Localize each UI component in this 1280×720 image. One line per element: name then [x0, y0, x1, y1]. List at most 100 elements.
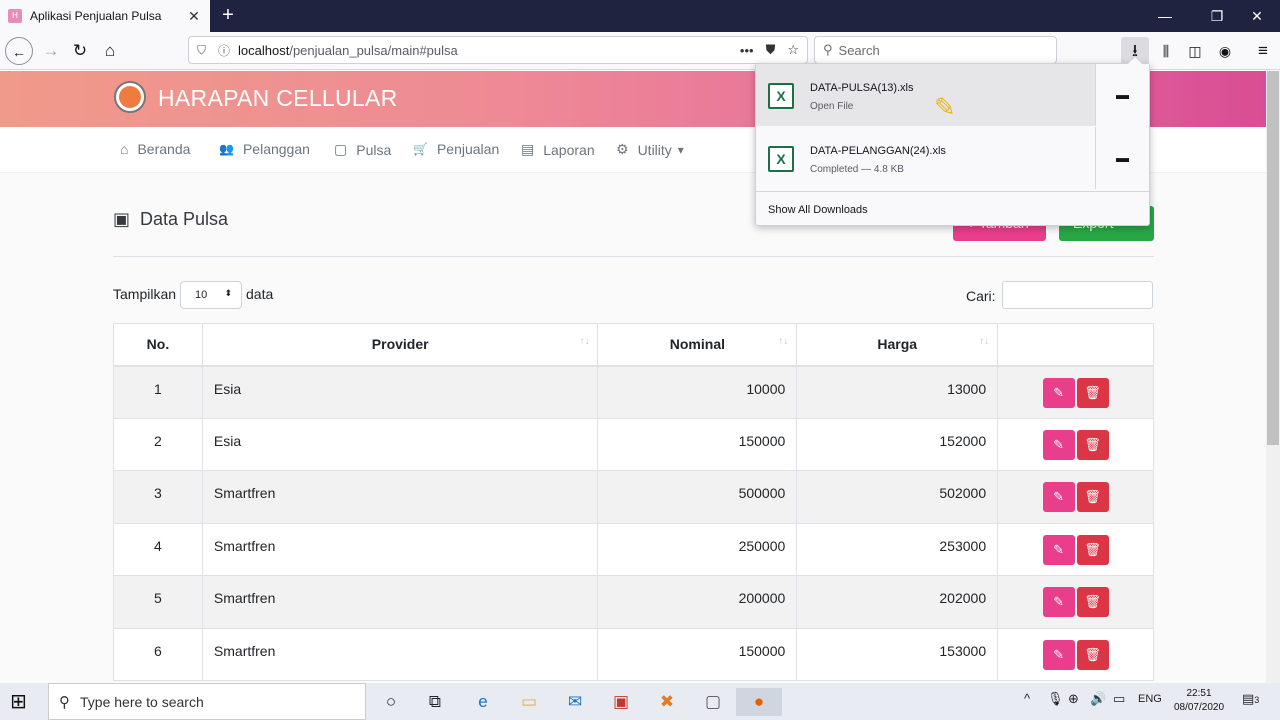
cell-actions: ✎ 🗑	[997, 417, 1154, 471]
downloads-panel: X DATA-PULSA(13).xls Open File ▬ X DATA-…	[755, 55, 1150, 226]
page-scrollbar-thumb[interactable]	[1267, 71, 1279, 445]
network-icon[interactable]: ⊕	[1068, 691, 1079, 707]
open-folder-button[interactable]: ▬	[1095, 64, 1149, 126]
page-length-select[interactable]: 10 ⬍	[180, 281, 242, 309]
menu-icon[interactable]: ≡	[1249, 37, 1277, 65]
notification-icon[interactable]: ▤3	[1242, 691, 1259, 707]
menu-label: Utility	[637, 141, 672, 158]
window-app-icon[interactable]: ▢	[690, 688, 736, 716]
delete-button[interactable]: 🗑	[1076, 377, 1109, 408]
table-row: 5 Smartfren 200000 202000 ✎ 🗑	[113, 575, 1154, 629]
shield-icon[interactable]: ⛉	[197, 43, 206, 58]
close-window-icon[interactable]: ✕	[1234, 0, 1280, 32]
table-row: 2 Esia 150000 152000 ✎ 🗑	[113, 417, 1154, 471]
store-icon[interactable]: ▣	[598, 688, 644, 716]
forward-button[interactable]: →	[37, 37, 65, 65]
microphone-icon[interactable]: 🎙	[1047, 691, 1064, 707]
cortana-icon[interactable]: ○	[368, 688, 414, 716]
column-header-no[interactable]: No.	[113, 323, 203, 367]
delete-button[interactable]: 🗑	[1076, 429, 1109, 460]
clock[interactable]: 22:51 08/07/2020	[1172, 687, 1226, 715]
page-title-text: Data Pulsa	[140, 209, 229, 229]
column-header-nominal[interactable]: Nominal ↑↓	[597, 323, 798, 367]
home-button[interactable]: ⌂	[96, 37, 124, 65]
cell-no: 4	[113, 522, 203, 576]
edit-button[interactable]: ✎	[1042, 639, 1075, 670]
cell-harga: 13000	[796, 365, 999, 419]
windows-taskbar: ⊞ ⚲ Type here to search ○ ⧉ e ▭ ✉ ▣ ✖ ▢ …	[0, 683, 1280, 720]
bookmark-star-icon[interactable]: ☆	[787, 42, 799, 58]
chevron-up-icon[interactable]: ^	[1024, 691, 1030, 706]
delete-button[interactable]: 🗑	[1076, 639, 1109, 670]
menu-item-penjualan[interactable]: 🛒 Penjualan	[413, 141, 499, 157]
site-logo[interactable]	[114, 81, 146, 113]
url-host: localhost	[238, 42, 290, 58]
cell-no: 2	[113, 417, 203, 471]
close-tab-icon[interactable]: ✕	[186, 8, 202, 25]
file-explorer-icon[interactable]: ▭	[506, 688, 552, 716]
menu-item-laporan[interactable]: ▤ Laporan	[521, 141, 595, 158]
info-icon[interactable]: ⓘ	[218, 42, 230, 59]
battery-icon[interactable]: ▭	[1113, 691, 1125, 707]
url-bar[interactable]: ⛉ ⓘ localhost /penjualan_pulsa/main#puls…	[188, 36, 808, 64]
url-path: /penjualan_pulsa/main#pulsa	[289, 42, 458, 58]
edit-button[interactable]: ✎	[1042, 377, 1075, 408]
edit-button[interactable]: ✎	[1042, 429, 1075, 460]
show-all-downloads-link[interactable]: Show All Downloads	[756, 191, 1149, 225]
menu-item-pulsa[interactable]: ▢ Pulsa	[334, 141, 391, 158]
cell-actions: ✎ 🗑	[997, 470, 1154, 524]
caret-down-icon: ▾	[677, 142, 684, 157]
menu-item-beranda[interactable]: ⌂ Beranda	[120, 141, 190, 157]
file-icon: ▤	[521, 141, 535, 157]
browser-tab-bar: H Aplikasi Penjualan Pulsa ✕ + — ❐ ✕	[0, 0, 1280, 32]
browser-tab[interactable]: H Aplikasi Penjualan Pulsa ✕	[0, 0, 210, 32]
new-tab-button[interactable]: +	[218, 5, 238, 25]
language-indicator[interactable]: ENG	[1138, 693, 1162, 705]
search-input[interactable]	[1002, 281, 1153, 309]
edge-icon[interactable]: e	[460, 688, 506, 716]
back-button[interactable]: ←	[5, 37, 33, 65]
page-actions-icon[interactable]: •••	[740, 43, 754, 58]
edit-button[interactable]: ✎	[1042, 534, 1075, 565]
edit-button[interactable]: ✎	[1042, 482, 1075, 512]
mail-icon[interactable]: ✉	[552, 688, 598, 716]
reload-button[interactable]: ↻	[66, 37, 94, 65]
brand-name[interactable]: HARAPAN CELLULAR	[158, 85, 398, 112]
delete-button[interactable]: 🗑	[1076, 534, 1109, 565]
account-icon[interactable]: ◉	[1211, 37, 1239, 65]
xampp-icon[interactable]: ✖	[644, 688, 690, 716]
pocket-icon[interactable]: ⛊	[766, 42, 776, 58]
sidebar-icon[interactable]: ◫	[1181, 37, 1209, 65]
delete-button[interactable]: 🗑	[1076, 482, 1109, 512]
open-folder-button[interactable]: ▬	[1095, 127, 1149, 189]
windows-start-icon[interactable]: ⊞	[10, 691, 32, 713]
clock-date: 08/07/2020	[1173, 702, 1225, 713]
menu-label: Penjualan	[436, 141, 500, 157]
firefox-icon[interactable]: ●	[736, 688, 782, 716]
users-icon: 👥	[219, 142, 234, 156]
cell-harga: 253000	[796, 522, 999, 576]
menu-item-pelanggan[interactable]: 👥 Pelanggan	[219, 141, 310, 157]
download-item[interactable]: X DATA-PELANGGAN(24).xls Completed — 4.8…	[756, 127, 1149, 189]
delete-button[interactable]: 🗑	[1076, 587, 1109, 617]
show-label: Tampilkan	[113, 286, 177, 302]
header-label: Provider	[371, 336, 429, 353]
column-header-provider[interactable]: Provider ↑↓	[201, 323, 599, 367]
table-row: 4 Smartfren 250000 253000 ✎ 🗑	[113, 522, 1154, 576]
tab-title: Aplikasi Penjualan Pulsa	[30, 9, 162, 23]
library-icon[interactable]: ⫼	[1152, 37, 1180, 65]
menu-label: Pelanggan	[242, 141, 310, 157]
table-header-row: No. Provider ↑↓ Nominal ↑↓ Harga ↑↓	[113, 323, 1154, 367]
volume-icon[interactable]: 🔊	[1090, 691, 1106, 707]
edit-button[interactable]: ✎	[1042, 587, 1075, 617]
table-row: 6 Smartfren 150000 153000 ✎ 🗑	[113, 627, 1154, 681]
column-header-harga[interactable]: Harga ↑↓	[796, 323, 999, 367]
minimize-icon[interactable]: —	[1142, 0, 1188, 32]
pencil-cursor-icon: ✎	[934, 92, 956, 122]
home-icon: ⌂	[120, 141, 129, 157]
tablet-icon: ▣	[113, 209, 131, 229]
search-bar[interactable]: ⚲ Search	[814, 36, 1057, 64]
menu-item-utility[interactable]: ⚙ Utility ▾	[616, 141, 684, 158]
taskbar-search-box[interactable]: ⚲ Type here to search	[48, 683, 366, 720]
task-view-icon[interactable]: ⧉	[412, 688, 458, 716]
